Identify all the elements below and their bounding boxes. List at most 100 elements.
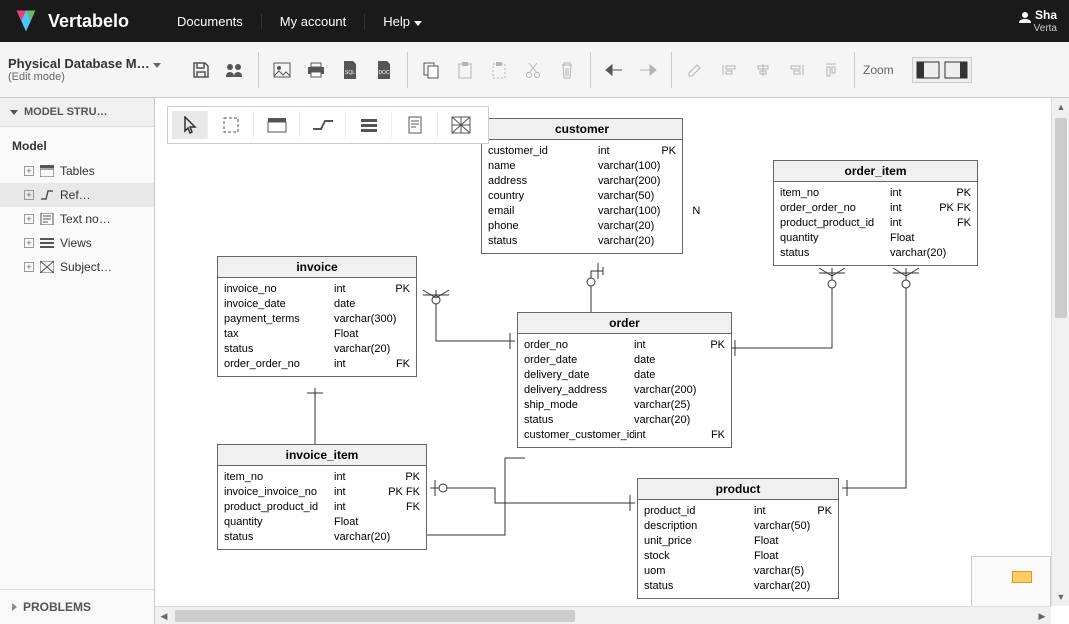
scroll-up-icon[interactable]: ▲ <box>1052 98 1069 116</box>
expand-icon[interactable]: + <box>24 238 34 248</box>
table-invoice[interactable]: invoice invoice_nointPKinvoice_datedatep… <box>217 256 417 377</box>
nav-my-account[interactable]: My account <box>262 14 365 29</box>
align-right-button[interactable] <box>786 59 808 81</box>
minimap-viewport <box>1012 571 1032 583</box>
sidebar-item-label: Views <box>60 236 92 250</box>
image-button[interactable] <box>271 59 293 81</box>
sidebar-item-label: Tables <box>60 164 95 178</box>
table-column: countryvarchar(50) <box>488 189 676 204</box>
sidebar-item-references[interactable]: + Ref… <box>0 183 154 207</box>
print-button[interactable] <box>305 59 327 81</box>
chevron-down-icon <box>414 21 422 26</box>
table-customer[interactable]: customer customer_idintPKnamevarchar(100… <box>481 118 683 254</box>
model-root[interactable]: Model <box>0 133 154 159</box>
copy-button[interactable] <box>420 59 442 81</box>
table-column: order_datedate <box>524 353 725 368</box>
chevron-down-icon <box>10 110 18 115</box>
chevron-down-icon <box>153 63 161 68</box>
add-note-tool[interactable] <box>392 111 438 139</box>
nav-help[interactable]: Help <box>365 14 439 29</box>
zoom-label[interactable]: Zoom <box>855 63 902 77</box>
sidebar-header-model-structure[interactable]: MODEL STRU… <box>0 98 154 127</box>
horizontal-scrollbar[interactable]: ◀ ▶ <box>155 606 1051 624</box>
layout-left-panel-button[interactable] <box>916 61 940 79</box>
pointer-tool[interactable] <box>172 111 208 139</box>
diagram-surface[interactable]: customer customer_idintPKnamevarchar(100… <box>155 98 1069 624</box>
table-column: uomvarchar(5) <box>644 564 832 579</box>
table-column: order_nointPK <box>524 338 725 353</box>
document-mode: (Edit mode) <box>8 71 178 83</box>
logo-icon <box>12 7 40 35</box>
view-icon <box>40 237 54 249</box>
add-view-tool[interactable] <box>346 111 392 139</box>
scroll-thumb[interactable] <box>1055 118 1067 318</box>
share-button[interactable] <box>224 59 246 81</box>
table-column: order_order_nointFK <box>224 357 410 372</box>
layout-right-panel-button[interactable] <box>944 61 968 79</box>
table-title: product <box>638 479 838 500</box>
table-product[interactable]: product product_idintPKdescriptionvarcha… <box>637 478 839 599</box>
main-area: MODEL STRU… Model + Tables + Ref… + Text… <box>0 98 1069 624</box>
marquee-tool[interactable] <box>208 111 254 139</box>
clipboard-button[interactable] <box>488 59 510 81</box>
table-title: order <box>518 313 731 334</box>
vertical-scrollbar[interactable]: ▲ ▼ <box>1051 98 1069 606</box>
edit-button[interactable] <box>684 59 706 81</box>
table-column: product_product_idintFK <box>780 216 971 231</box>
align-left-button[interactable] <box>718 59 740 81</box>
align-top-button[interactable] <box>820 59 842 81</box>
cut-button[interactable] <box>522 59 544 81</box>
canvas-toolbar <box>167 106 489 144</box>
sidebar-item-tables[interactable]: + Tables <box>0 159 154 183</box>
document-title-block[interactable]: Physical Database M… (Edit mode) <box>8 56 178 83</box>
table-column: statusvarchar(20) <box>488 234 676 249</box>
sidebar-item-label: Text no… <box>60 212 111 226</box>
add-reference-tool[interactable] <box>300 111 346 139</box>
delete-button[interactable] <box>556 59 578 81</box>
table-title: invoice <box>218 257 416 278</box>
doc-export-button[interactable]: DOC <box>373 59 395 81</box>
paste-button[interactable] <box>454 59 476 81</box>
expand-icon[interactable]: + <box>24 190 34 200</box>
scroll-left-icon[interactable]: ◀ <box>155 607 173 624</box>
user-menu[interactable]: Sha Verta <box>1018 8 1057 33</box>
table-column: stockFloat <box>644 549 832 564</box>
table-column: invoice_datedate <box>224 297 410 312</box>
logo[interactable]: Vertabelo <box>12 7 129 35</box>
redo-button[interactable] <box>637 59 659 81</box>
toolbar: Physical Database M… (Edit mode) SQL DOC… <box>0 42 1069 98</box>
canvas[interactable]: customer customer_idintPKnamevarchar(100… <box>155 98 1069 624</box>
expand-icon[interactable]: + <box>24 166 34 176</box>
top-bar: Vertabelo Documents My account Help Sha … <box>0 0 1069 42</box>
align-center-button[interactable] <box>752 59 774 81</box>
sql-export-button[interactable]: SQL <box>339 59 361 81</box>
sidebar-problems[interactable]: PROBLEMS <box>0 589 154 624</box>
sidebar-item-views[interactable]: + Views <box>0 231 154 255</box>
table-column: delivery_addressvarchar(200) <box>524 383 725 398</box>
nav-documents[interactable]: Documents <box>159 14 262 29</box>
table-column: statusvarchar(20) <box>524 413 725 428</box>
add-table-tool[interactable] <box>254 111 300 139</box>
add-subject-area-tool[interactable] <box>438 111 484 139</box>
expand-icon[interactable]: + <box>24 214 34 224</box>
scroll-down-icon[interactable]: ▼ <box>1052 588 1069 606</box>
scroll-thumb[interactable] <box>175 610 575 622</box>
table-column: payment_termsvarchar(300) <box>224 312 410 327</box>
sidebar-item-subject-areas[interactable]: + Subject… <box>0 255 154 279</box>
table-column: order_order_nointPK FK <box>780 201 971 216</box>
svg-text:DOC: DOC <box>378 70 390 76</box>
expand-icon[interactable]: + <box>24 262 34 272</box>
scroll-right-icon[interactable]: ▶ <box>1033 607 1051 624</box>
table-order[interactable]: order order_nointPKorder_datedatedeliver… <box>517 312 732 448</box>
table-icon <box>40 165 54 177</box>
subject-icon <box>40 261 54 273</box>
note-icon <box>40 213 54 225</box>
table-column: ship_modevarchar(25) <box>524 398 725 413</box>
undo-button[interactable] <box>603 59 625 81</box>
table-column: phonevarchar(20) <box>488 219 676 234</box>
save-button[interactable] <box>190 59 212 81</box>
table-column: product_idintPK <box>644 504 832 519</box>
table-invoice-item[interactable]: invoice_item item_nointPKinvoice_invoice… <box>217 444 427 550</box>
table-order-item[interactable]: order_item item_nointPKorder_order_noint… <box>773 160 978 266</box>
sidebar-item-text-notes[interactable]: + Text no… <box>0 207 154 231</box>
